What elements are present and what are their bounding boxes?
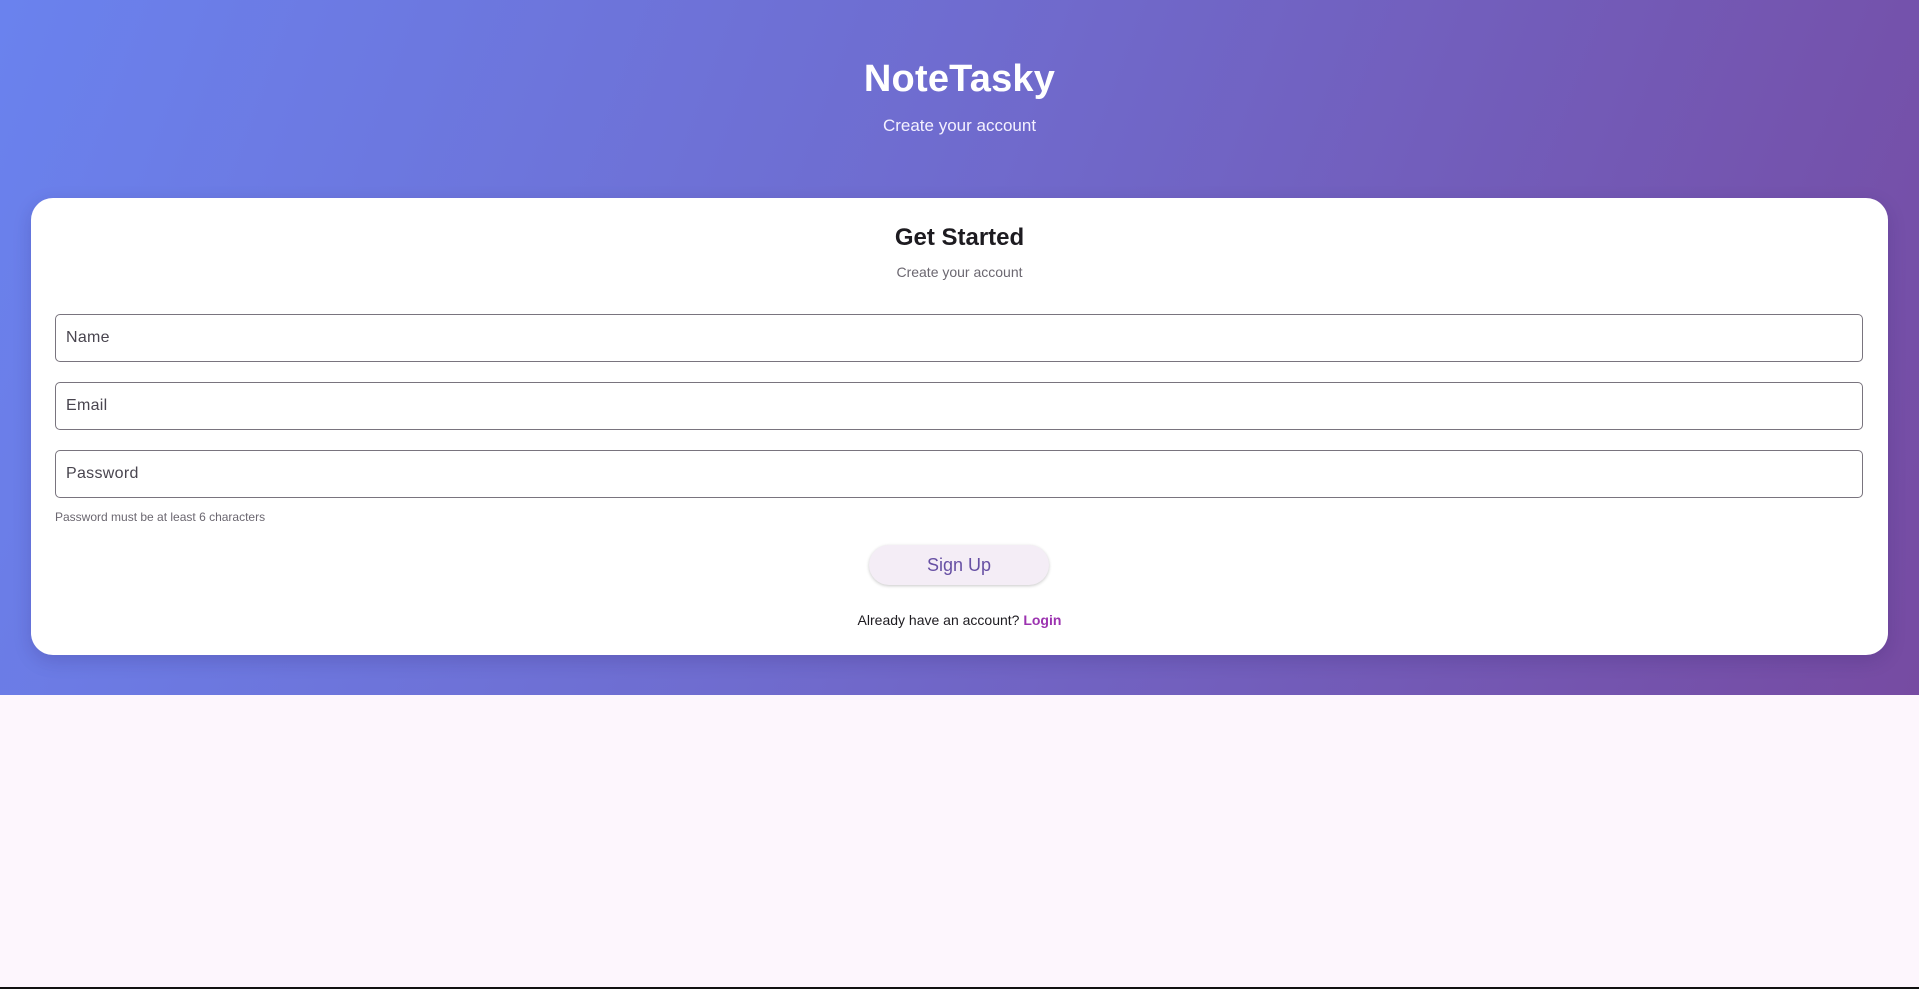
login-prompt-text: Already have an account? — [857, 612, 1024, 628]
name-field[interactable] — [55, 314, 1863, 362]
password-field[interactable] — [55, 450, 1863, 498]
email-field[interactable] — [55, 382, 1863, 430]
email-input[interactable] — [56, 383, 1862, 429]
login-link[interactable]: Login — [1023, 612, 1061, 628]
page-background — [0, 695, 1919, 987]
signup-card: Get Started Create your account Password… — [31, 198, 1888, 655]
app-title: NoteTasky — [863, 58, 1056, 100]
sign-up-button[interactable]: Sign Up — [869, 545, 1049, 585]
hero-banner: NoteTasky Create your account Get Starte… — [0, 0, 1919, 695]
password-helper-text: Password must be at least 6 characters — [55, 510, 266, 524]
login-prompt: Already have an account? Login — [31, 612, 1888, 628]
name-input[interactable] — [56, 315, 1862, 361]
app-subtitle: Create your account — [882, 116, 1037, 135]
card-subtitle: Create your account — [896, 264, 1023, 280]
card-title: Get Started — [894, 224, 1025, 251]
password-input[interactable] — [56, 451, 1862, 497]
